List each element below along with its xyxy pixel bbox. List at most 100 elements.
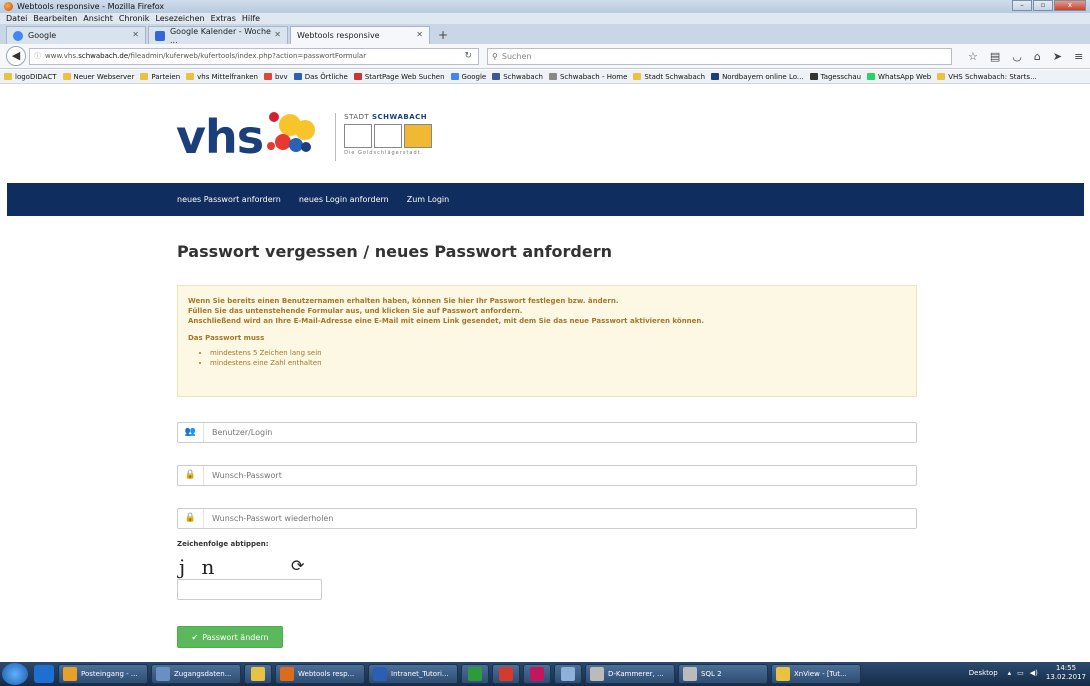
bookmark-icon bbox=[263, 73, 272, 80]
bookmark-label: Stadt Schwabach bbox=[644, 72, 706, 81]
tab-webtools[interactable]: Webtools responsive ✕ bbox=[290, 26, 430, 44]
bookmark-item[interactable]: StartPage Web Suchen bbox=[353, 73, 445, 81]
nav-new-login[interactable]: neues Login anfordern bbox=[299, 195, 389, 204]
check-icon: ✔ bbox=[191, 632, 199, 642]
bookmark-icon bbox=[293, 73, 302, 80]
info-alert: Wenn Sie bereits einen Benutzernamen erh… bbox=[177, 285, 917, 397]
taskbar-button[interactable]: D-Kammerer, ... bbox=[585, 664, 675, 684]
city-slogan: Die Goldschlägerstadt. bbox=[344, 150, 424, 156]
app-taskbar-icon[interactable] bbox=[554, 664, 582, 684]
app-taskbar-icon[interactable] bbox=[492, 664, 520, 684]
pocket-icon[interactable]: ◡ bbox=[1012, 50, 1022, 63]
new-tab-icon[interactable]: + bbox=[432, 26, 454, 44]
clock-time: 14:55 bbox=[1055, 664, 1077, 672]
password-input[interactable] bbox=[204, 471, 904, 480]
bookmark-item[interactable]: Das Örtliche bbox=[293, 73, 348, 81]
bookmark-star-icon[interactable]: ☆ bbox=[968, 50, 978, 63]
bookmark-item[interactable]: VHS Schwabach: Starts... bbox=[937, 73, 1037, 81]
network-icon[interactable]: ▭ bbox=[1017, 669, 1024, 677]
bookmark-item[interactable]: vhs Mittelfranken bbox=[186, 73, 258, 81]
menu-datei[interactable]: Datei bbox=[6, 14, 27, 23]
bookmark-item[interactable]: logoDIDACT bbox=[4, 73, 57, 81]
clock-date: 13.02.2017 bbox=[1045, 673, 1086, 681]
tray-arrow-icon[interactable]: ▴ bbox=[1008, 669, 1012, 677]
tab-label: Webtools responsive bbox=[297, 31, 380, 40]
menu-lesezeichen[interactable]: Lesezeichen bbox=[155, 14, 204, 23]
bookmark-label: Schwabach - Home bbox=[559, 72, 628, 81]
bookmark-item[interactable]: Parteien bbox=[140, 73, 180, 81]
taskbar-button[interactable]: Posteingang - ... bbox=[58, 664, 148, 684]
tab-label: Google Kalender - Woche ... bbox=[169, 26, 271, 45]
bookmark-item[interactable]: WhatsApp Web bbox=[867, 73, 931, 81]
nav-new-password[interactable]: neues Passwort anfordern bbox=[177, 195, 281, 204]
bookmark-item[interactable]: Nordbayern online Lo... bbox=[711, 73, 804, 81]
nav-to-login[interactable]: Zum Login bbox=[407, 195, 449, 204]
info-icon[interactable]: ⓘ bbox=[34, 51, 41, 61]
password-field[interactable]: 🔒 bbox=[177, 465, 917, 486]
password-rules-heading: Das Passwort muss bbox=[188, 334, 265, 342]
bookmark-item[interactable]: Google bbox=[450, 73, 486, 81]
vhs-logo[interactable]: vhs STADT SCHWABACH Die Goldschlägerstad… bbox=[176, 107, 434, 167]
info-line-3: Anschließend wird an Ihre E-Mail-Adresse… bbox=[188, 317, 705, 325]
bookmark-item[interactable]: Tagesschau bbox=[809, 73, 861, 81]
taskbar-button-label: Webtools resp... bbox=[298, 670, 355, 678]
username-field[interactable]: 👥 bbox=[177, 422, 917, 443]
tab-close-icon[interactable]: ✕ bbox=[416, 30, 423, 39]
taskbar-app-icon bbox=[280, 667, 294, 681]
username-input[interactable] bbox=[204, 428, 904, 437]
desktop-toolbar[interactable]: Desktop bbox=[969, 669, 998, 677]
menu-extras[interactable]: Extras bbox=[211, 14, 236, 23]
bookmark-item[interactable]: Neuer Webserver bbox=[62, 73, 134, 81]
tab-google-calendar[interactable]: Google Kalender - Woche ... ✕ bbox=[148, 26, 288, 45]
reload-icon[interactable]: ↻ bbox=[464, 51, 472, 61]
bookmark-icon bbox=[492, 73, 501, 80]
tab-close-icon[interactable]: ✕ bbox=[132, 30, 139, 39]
web-page: vhs STADT SCHWABACH Die Goldschlägerstad… bbox=[0, 85, 1090, 661]
maximize-button[interactable]: ▫ bbox=[1033, 0, 1053, 11]
password-repeat-field[interactable]: 🔒 bbox=[177, 508, 917, 529]
clock[interactable]: 14:55 13.02.2017 bbox=[1046, 664, 1086, 682]
captcha-label: Zeichenfolge abtippen: bbox=[177, 540, 269, 548]
minimize-button[interactable]: – bbox=[1012, 0, 1032, 11]
taskbar-button[interactable]: Zugangsdaten... bbox=[151, 664, 241, 684]
bookmarks-list-icon[interactable]: ▤ bbox=[990, 50, 1000, 63]
password-repeat-input[interactable] bbox=[204, 514, 904, 523]
taskbar-button[interactable]: XnView - [Tut... bbox=[771, 664, 861, 684]
taskbar-button-label: SQL 2 bbox=[701, 670, 722, 678]
search-bar[interactable]: ⚲ Suchen bbox=[487, 47, 952, 65]
taskbar-button[interactable]: SQL 2 bbox=[678, 664, 768, 684]
bookmark-item[interactable]: Stadt Schwabach bbox=[633, 73, 705, 81]
internet-explorer-icon[interactable] bbox=[34, 665, 54, 683]
close-window-button[interactable]: x bbox=[1054, 0, 1086, 11]
volume-icon[interactable]: ◀) bbox=[1030, 669, 1038, 677]
bookmark-icon bbox=[711, 73, 720, 80]
bookmark-item[interactable]: bvv bbox=[263, 73, 288, 81]
app-taskbar-icon[interactable] bbox=[461, 664, 489, 684]
menu-bar: Datei Bearbeiten Ansicht Chronik Lesezei… bbox=[0, 13, 1090, 24]
taskbar-button[interactable]: Webtools resp... bbox=[275, 664, 365, 684]
hamburger-menu-icon[interactable]: ≡ bbox=[1074, 50, 1083, 63]
explorer-taskbar-icon[interactable] bbox=[244, 664, 272, 684]
app-taskbar-icon[interactable] bbox=[523, 664, 551, 684]
firefox-icon bbox=[4, 2, 13, 11]
menu-chronik[interactable]: Chronik bbox=[119, 14, 150, 23]
menu-ansicht[interactable]: Ansicht bbox=[83, 14, 113, 23]
bookmarks-bar: logoDIDACT Neuer Webserver Parteien vhs Mit… bbox=[0, 70, 1090, 84]
taskbar-button[interactable]: Intranet_Tutori... bbox=[368, 664, 458, 684]
start-button[interactable] bbox=[2, 663, 28, 685]
bookmark-label: vhs Mittelfranken bbox=[197, 72, 258, 81]
bookmark-item[interactable]: Schwabach bbox=[492, 73, 543, 81]
tab-close-icon[interactable]: ✕ bbox=[274, 30, 281, 39]
home-icon[interactable]: ⌂ bbox=[1034, 50, 1041, 63]
tab-google[interactable]: Google ✕ bbox=[6, 26, 146, 44]
change-password-button[interactable]: ✔ Passwort ändern bbox=[177, 626, 283, 648]
menu-bearbeiten[interactable]: Bearbeiten bbox=[33, 14, 77, 23]
send-icon[interactable]: ➤ bbox=[1053, 50, 1062, 63]
back-arrow-icon[interactable]: ◀ bbox=[6, 46, 26, 66]
bookmark-icon bbox=[633, 73, 642, 80]
refresh-captcha-icon[interactable]: ⟳ bbox=[291, 556, 304, 575]
menu-hilfe[interactable]: Hilfe bbox=[242, 14, 260, 23]
bookmark-item[interactable]: Schwabach - Home bbox=[548, 72, 628, 81]
url-bar[interactable]: ⓘ www.vhs. schwabach.de/fileadmin/kuferwe… bbox=[29, 47, 479, 65]
captcha-input[interactable] bbox=[177, 579, 322, 600]
